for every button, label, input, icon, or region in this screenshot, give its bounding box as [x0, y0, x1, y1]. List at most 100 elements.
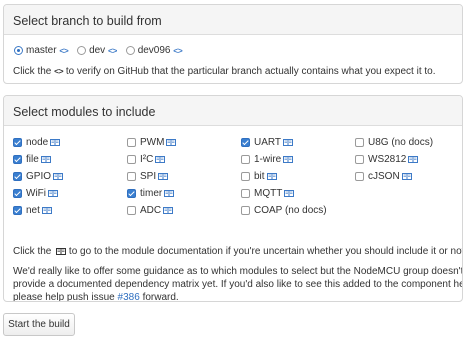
- book-icon[interactable]: [153, 154, 166, 165]
- code-brackets-icon: <>: [54, 66, 64, 76]
- module-option[interactable]: SPI: [127, 171, 169, 183]
- module-label: node: [26, 137, 49, 148]
- modules-panel: Select modules to include node file GPIO Wi…: [3, 95, 463, 302]
- module-checkbox[interactable]: [127, 172, 136, 181]
- book-icon[interactable]: [400, 171, 412, 182]
- module-label: I²C: [140, 154, 154, 165]
- module-checkbox[interactable]: [13, 206, 22, 215]
- module-label: UART: [254, 137, 282, 148]
- module-option[interactable]: U8G (no docs): [355, 137, 433, 149]
- book-icon[interactable]: [281, 154, 294, 165]
- module-option[interactable]: net: [13, 205, 52, 217]
- module-option[interactable]: GPIO: [13, 171, 64, 183]
- book-icon[interactable]: [40, 205, 52, 216]
- module-label: timer: [140, 188, 163, 199]
- guidance-line: provide a documented dependency matrix y…: [13, 279, 463, 290]
- issue-link[interactable]: #386: [118, 292, 140, 301]
- branch-option-label: dev: [89, 45, 106, 56]
- module-checkbox[interactable]: [355, 138, 364, 147]
- module-option[interactable]: bit: [241, 171, 277, 183]
- book-icon[interactable]: [162, 188, 175, 199]
- module-label: cJSON: [368, 171, 400, 182]
- module-checkbox[interactable]: [13, 138, 22, 147]
- module-option[interactable]: node: [13, 137, 61, 149]
- book-icon[interactable]: [281, 137, 294, 148]
- module-label: COAP (no docs): [254, 205, 327, 216]
- module-checkbox[interactable]: [241, 172, 250, 181]
- module-option[interactable]: MQTT: [241, 188, 295, 200]
- book-icon[interactable]: [265, 171, 277, 182]
- guidance-text: We'd really like to offer some guidance …: [13, 265, 463, 302]
- book-icon[interactable]: [39, 154, 51, 165]
- book-icon: [56, 247, 67, 255]
- module-checkbox[interactable]: [241, 206, 250, 215]
- book-icon[interactable]: [164, 137, 177, 148]
- doc-help-after: to go to the module documentation if you…: [68, 246, 463, 257]
- module-label: file: [26, 154, 39, 165]
- guidance-line: please help push issue #386 forward.: [13, 291, 462, 302]
- module-checkbox[interactable]: [127, 189, 136, 198]
- module-option[interactable]: COAP (no docs): [241, 205, 327, 217]
- branch-help-text: Click the <> to verify on GitHub that th…: [13, 65, 436, 78]
- module-checkbox[interactable]: [13, 189, 22, 198]
- book-icon[interactable]: [156, 171, 169, 182]
- module-label: ADC: [140, 205, 162, 216]
- module-option[interactable]: file: [13, 154, 51, 166]
- code-brackets-icon[interactable]: <>: [108, 46, 117, 56]
- guidance-line3-after: forward.: [142, 292, 179, 302]
- branch-option-dev096[interactable]: dev096 <>: [125, 45, 183, 56]
- module-checkbox[interactable]: [13, 155, 22, 164]
- module-option[interactable]: WS2812: [355, 154, 419, 166]
- module-checkbox[interactable]: [127, 138, 136, 147]
- start-build-button[interactable]: Start the build: [3, 313, 75, 336]
- module-checkbox[interactable]: [127, 155, 136, 164]
- book-icon[interactable]: [161, 205, 174, 216]
- branch-help-before: Click the: [13, 66, 52, 77]
- module-label: U8G (no docs): [368, 137, 434, 148]
- radio-dev096[interactable]: [125, 46, 135, 55]
- module-label: MQTT: [254, 188, 283, 199]
- module-label: bit: [254, 171, 265, 182]
- module-option[interactable]: I²C: [127, 154, 166, 166]
- module-label: GPIO: [26, 171, 52, 182]
- book-icon[interactable]: [48, 137, 61, 148]
- module-label: 1-wire: [254, 154, 282, 165]
- book-icon[interactable]: [51, 171, 64, 182]
- radio-dev[interactable]: [77, 46, 87, 55]
- module-checkbox[interactable]: [13, 172, 22, 181]
- module-checkbox[interactable]: [355, 172, 364, 181]
- book-icon[interactable]: [282, 188, 295, 199]
- branch-option-label: dev096: [137, 45, 171, 56]
- branch-panel: Select branch to build from master <> de…: [3, 4, 463, 84]
- module-option[interactable]: WiFi: [13, 188, 58, 200]
- branch-radio-group: master <> dev <> dev096 <>: [14, 45, 188, 57]
- module-label: net: [26, 205, 40, 216]
- module-option[interactable]: cJSON: [355, 171, 412, 183]
- guidance-line: We'd really like to offer some guidance …: [13, 266, 463, 277]
- module-checkbox[interactable]: [241, 138, 250, 147]
- branch-option-label: master: [26, 45, 57, 56]
- radio-master[interactable]: [14, 46, 23, 55]
- book-icon[interactable]: [46, 188, 58, 199]
- guidance-line3-before: please help push issue: [13, 292, 115, 302]
- branch-option-master[interactable]: master <>: [14, 45, 69, 56]
- module-label: PWM: [140, 137, 165, 148]
- module-label: WiFi: [26, 188, 46, 199]
- doc-help-before: Click the: [13, 246, 52, 257]
- module-option[interactable]: timer: [127, 188, 175, 200]
- module-option[interactable]: PWM: [127, 137, 177, 149]
- module-checkbox[interactable]: [241, 155, 250, 164]
- module-checkbox[interactable]: [127, 206, 136, 215]
- module-checkbox[interactable]: [241, 189, 250, 198]
- doc-help-text: Click the to go to the module documentat…: [13, 245, 463, 258]
- module-label: SPI: [140, 171, 157, 182]
- module-option[interactable]: ADC: [127, 205, 174, 217]
- book-icon[interactable]: [406, 154, 419, 165]
- branch-option-dev[interactable]: dev <>: [77, 45, 117, 56]
- module-option[interactable]: 1-wire: [241, 154, 294, 166]
- code-brackets-icon[interactable]: <>: [59, 46, 68, 56]
- module-checkbox[interactable]: [355, 155, 364, 164]
- code-brackets-icon[interactable]: <>: [173, 46, 182, 56]
- branch-help-after: to verify on GitHub that the particular …: [65, 66, 436, 77]
- module-option[interactable]: UART: [241, 137, 294, 149]
